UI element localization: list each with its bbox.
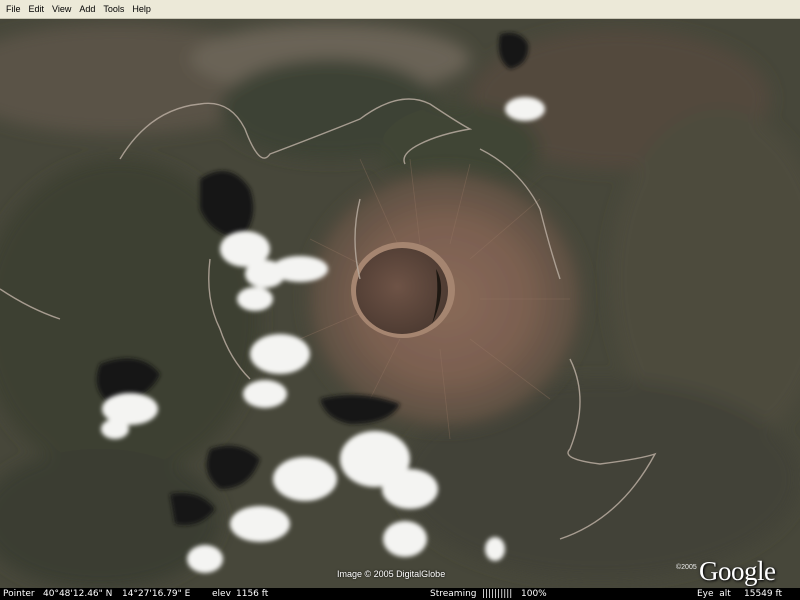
imagery-credit: Image © 2005 DigitalGlobe <box>337 569 446 579</box>
streaming-percent: 100% <box>521 589 547 599</box>
pointer-label: Pointer <box>3 589 35 599</box>
crater-floor <box>356 248 448 334</box>
menu-file[interactable]: File <box>0 0 25 18</box>
menu-help[interactable]: Help <box>128 0 155 18</box>
elevation-label: elev <box>212 589 231 599</box>
map-viewport[interactable]: Image © 2005 DigitalGlobe ©2005 Google <box>0 19 800 588</box>
menu-bar: File Edit View Add Tools Help <box>0 0 800 19</box>
menu-view[interactable]: View <box>48 0 75 18</box>
pointer-longitude: 14°27'16.79" E <box>122 589 191 599</box>
satellite-imagery <box>0 19 800 588</box>
pointer-latitude: 40°48'12.46" N <box>43 589 113 599</box>
google-logo: Google <box>699 556 776 586</box>
menu-tools[interactable]: Tools <box>99 0 128 18</box>
status-bar: Pointer 40°48'12.46" N 14°27'16.79" E el… <box>0 588 800 600</box>
menu-add[interactable]: Add <box>75 0 99 18</box>
elevation-value: 1156 ft <box>236 589 269 599</box>
eye-alt-value: 15549 ft <box>744 589 783 599</box>
eye-alt-label: Eye alt <box>697 589 731 599</box>
copyright-text: ©2005 <box>676 564 697 571</box>
streaming-label: Streaming <box>430 589 477 599</box>
streaming-progress-bar: |||||||||| <box>482 589 513 599</box>
menu-edit[interactable]: Edit <box>25 0 49 18</box>
